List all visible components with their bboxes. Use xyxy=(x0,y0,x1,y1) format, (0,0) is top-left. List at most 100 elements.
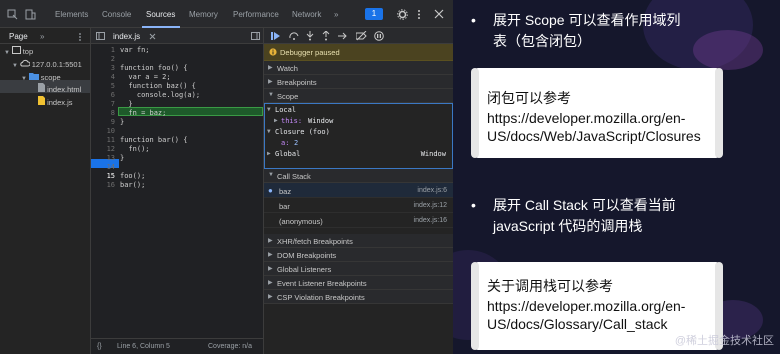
section-global-listeners[interactable]: ▶ Global Listeners xyxy=(264,262,453,276)
tree-label: index.js xyxy=(47,98,73,107)
section-call-stack[interactable]: ▼ Call Stack xyxy=(264,169,453,183)
editor-tabbar: index.js xyxy=(91,28,263,44)
step-out-icon[interactable] xyxy=(322,31,330,41)
navigator-tab-page[interactable]: Page xyxy=(9,32,28,41)
kebab-menu-icon[interactable] xyxy=(78,33,82,41)
call-frame[interactable]: ● baz index.js:6 xyxy=(264,183,453,198)
device-toggle-icon[interactable] xyxy=(25,9,36,20)
scope-closure[interactable]: ▼ Closure (foo) xyxy=(265,128,452,138)
line-number[interactable]: 6 xyxy=(91,91,115,99)
frame-location[interactable]: index.js:6 xyxy=(417,187,447,194)
frame-location[interactable]: index.js:12 xyxy=(414,202,447,209)
line-number[interactable]: 4 xyxy=(91,73,115,81)
line-number[interactable]: 14 xyxy=(91,163,115,171)
bullet-line: 展开 Call Stack 可以查看当前 xyxy=(493,197,676,213)
gear-icon[interactable] xyxy=(397,9,408,20)
line-number[interactable]: 1 xyxy=(91,46,115,54)
frame-icon xyxy=(11,46,21,54)
scope-global[interactable]: ▶ Global Window xyxy=(265,150,452,160)
line-number[interactable]: 3 xyxy=(91,64,115,72)
tree-item-index-js[interactable]: index.js xyxy=(38,96,73,107)
section-label: Event Listener Breakpoints xyxy=(277,279,367,288)
section-label: Breakpoints xyxy=(277,78,317,87)
kebab-menu-icon[interactable] xyxy=(417,9,421,20)
tab-network[interactable]: Network xyxy=(292,10,321,19)
line-number[interactable]: 8 xyxy=(91,109,115,117)
tree-label: scope xyxy=(40,73,61,82)
tree-label: index.html xyxy=(47,85,82,94)
line-number[interactable]: 10 xyxy=(91,127,115,135)
tree-item-host[interactable]: ▼ 127.0.0.1:5501 xyxy=(12,59,82,69)
section-csp-violation-breakpoints[interactable]: ▶ CSP Violation Breakpoints xyxy=(264,290,453,304)
step-into-icon[interactable] xyxy=(306,31,314,41)
line-number[interactable]: 13 xyxy=(91,154,115,162)
tab-sources[interactable]: Sources xyxy=(146,10,175,19)
js-file-icon xyxy=(38,96,45,105)
card-title: 闭包可以参考 xyxy=(487,90,571,106)
line-number[interactable]: 16 xyxy=(91,181,115,189)
close-icon[interactable] xyxy=(434,9,444,19)
line-number[interactable]: 5 xyxy=(91,82,115,90)
navigator-header: Page » xyxy=(0,28,90,44)
scroll-roll xyxy=(471,262,479,350)
debugger-paused-banner: Debugger paused xyxy=(264,44,453,61)
line-number[interactable]: 7 xyxy=(91,100,115,108)
issues-badge[interactable]: 1 xyxy=(365,8,383,20)
scope-var-a[interactable]: a: 2 xyxy=(265,139,452,149)
scope-local[interactable]: ▼ Local xyxy=(265,106,452,116)
scope-this[interactable]: ▶ this: Window xyxy=(265,117,452,127)
navigator-more-button[interactable]: » xyxy=(40,32,44,41)
section-xhr-breakpoints[interactable]: ▶ XHR/fetch Breakpoints xyxy=(264,234,453,248)
card-link[interactable]: https://developer.mozilla.org/en- xyxy=(487,108,685,128)
card-link[interactable]: US/docs/Glossary/Call_stack xyxy=(487,314,668,334)
section-scope[interactable]: ▼ Scope xyxy=(264,89,453,103)
tab-performance[interactable]: Performance xyxy=(233,10,279,19)
call-frame[interactable]: (anonymous) index.js:16 xyxy=(264,213,453,228)
card-link[interactable]: US/docs/Web/JavaScript/Closures xyxy=(487,126,701,146)
pause-on-exceptions-icon[interactable] xyxy=(374,31,384,41)
more-tabs-button[interactable]: » xyxy=(334,10,338,19)
line-gutter: 1 2 3 4 5 6 7 8 9 10 11 12 13 14 15 16 xyxy=(91,44,118,338)
coverage-status: Coverage: n/a xyxy=(208,343,252,350)
card-title: 关于调用栈可以参考 xyxy=(487,278,613,294)
close-tab-icon[interactable] xyxy=(149,33,156,40)
code-line: console.log(a); xyxy=(120,91,201,99)
tree-item-top[interactable]: ▼ top xyxy=(4,46,33,56)
inspect-icon[interactable] xyxy=(7,9,18,20)
step-over-icon[interactable] xyxy=(289,32,299,40)
call-frame[interactable]: bar index.js:12 xyxy=(264,198,453,213)
section-breakpoints[interactable]: ▶ Breakpoints xyxy=(264,75,453,89)
code-line: bar(); xyxy=(120,181,146,189)
devtools-toolbar: Elements Console Sources Memory Performa… xyxy=(0,0,453,28)
expand-arrow-icon: ▶ xyxy=(268,280,273,286)
frame-location[interactable]: index.js:16 xyxy=(414,217,447,224)
line-number[interactable]: 15 xyxy=(91,172,115,180)
pretty-print-button[interactable]: {} xyxy=(97,343,102,350)
line-number[interactable]: 9 xyxy=(91,118,115,126)
collapse-arrow-icon: ▼ xyxy=(268,92,274,98)
tab-console[interactable]: Console xyxy=(102,10,131,19)
section-watch[interactable]: ▶ Watch xyxy=(264,61,453,75)
tree-item-scope-folder[interactable]: ▼ scope xyxy=(21,72,61,82)
issues-count: 1 xyxy=(371,9,377,18)
resume-icon[interactable] xyxy=(271,32,280,40)
line-number[interactable]: 11 xyxy=(91,136,115,144)
debugger-sidebar: Debugger paused ▶ Watch ▶ Breakpoints ▼ Sco… xyxy=(264,28,453,354)
collapse-arrow-icon: ▼ xyxy=(268,172,274,178)
deactivate-breakpoints-icon[interactable] xyxy=(356,31,367,41)
frame-name: bar xyxy=(279,202,290,211)
tab-elements[interactable]: Elements xyxy=(55,10,88,19)
line-number[interactable]: 2 xyxy=(91,55,115,63)
toggle-navigator-icon[interactable] xyxy=(96,32,105,40)
section-dom-breakpoints[interactable]: ▶ DOM Breakpoints xyxy=(264,248,453,262)
card-link[interactable]: https://developer.mozilla.org/en- xyxy=(487,296,685,316)
tab-memory[interactable]: Memory xyxy=(189,10,218,19)
code-line: var fn; xyxy=(120,46,150,54)
tree-item-index-html[interactable]: index.html xyxy=(38,83,81,94)
section-label: DOM Breakpoints xyxy=(277,251,337,260)
section-event-listener-breakpoints[interactable]: ▶ Event Listener Breakpoints xyxy=(264,276,453,290)
step-icon[interactable] xyxy=(338,32,348,40)
editor-file-tab[interactable]: index.js xyxy=(113,32,140,41)
toggle-debugger-icon[interactable] xyxy=(251,32,260,40)
line-number[interactable]: 12 xyxy=(91,145,115,153)
